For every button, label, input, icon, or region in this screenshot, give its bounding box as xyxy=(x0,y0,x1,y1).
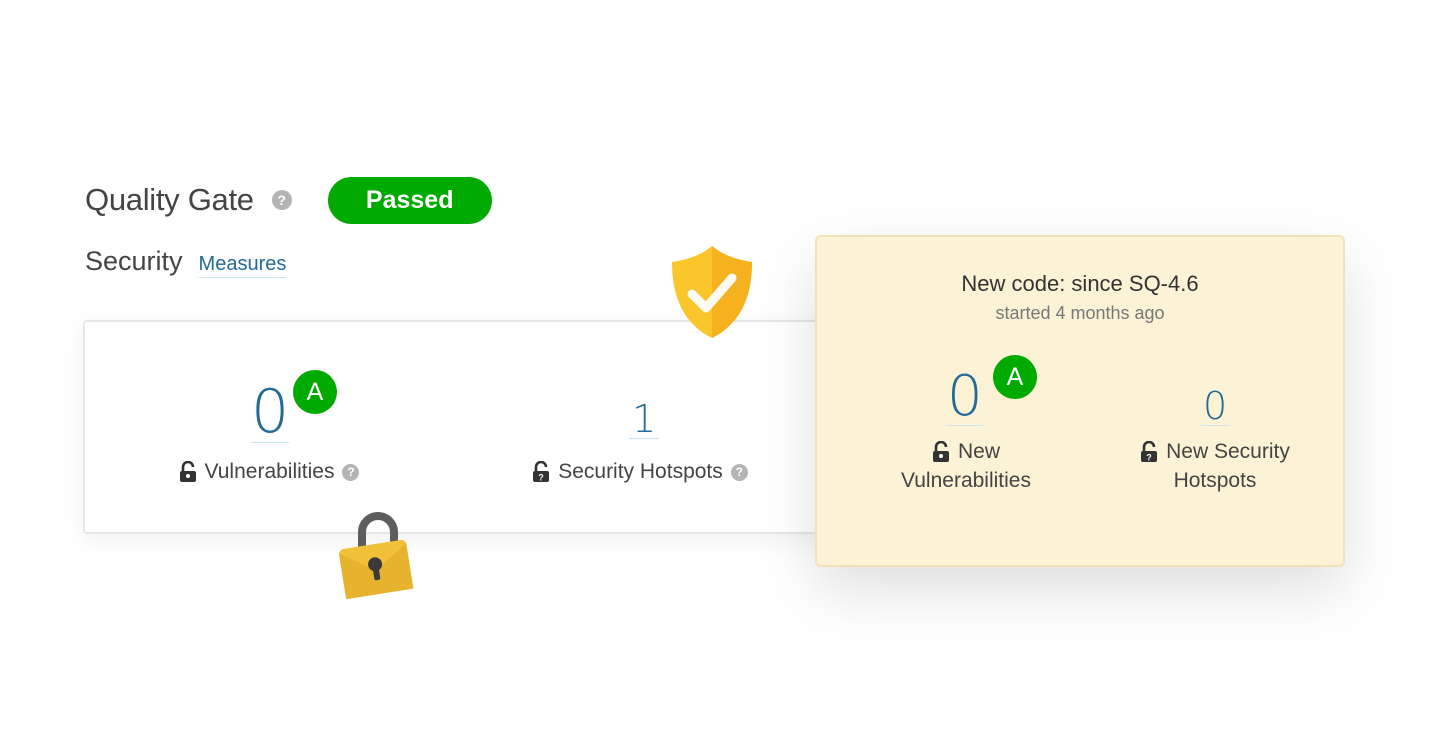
vulnerabilities-measure: 0 A Vulnerabilities ? xyxy=(169,370,369,484)
quality-gate-row: Quality Gate ? Passed xyxy=(85,176,492,224)
lock-question-icon: ? xyxy=(1141,440,1158,462)
security-title: Security xyxy=(85,246,183,276)
security-header: Security Measures xyxy=(85,246,287,278)
lock-open-icon xyxy=(179,461,196,482)
new-hotspots-label: ? New Security Hotspots xyxy=(1115,437,1315,495)
shield-check-icon xyxy=(672,246,752,338)
new-vulnerabilities-rating-badge[interactable]: A xyxy=(993,355,1037,399)
quality-gate-title: Quality Gate xyxy=(85,182,254,217)
new-vulnerabilities-count[interactable]: 0 xyxy=(947,369,983,426)
hotspots-count[interactable]: 1 xyxy=(629,400,660,439)
new-hotspots-measure: 0 ? New Security Hotspots xyxy=(1115,365,1315,495)
hotspots-label: Security Hotspots xyxy=(558,460,723,483)
new-code-subtitle: started 4 months ago xyxy=(995,303,1165,323)
hotspots-label-row: ? Security Hotspots ? xyxy=(515,460,765,484)
padlock-icon xyxy=(338,512,414,600)
new-vulnerabilities-label: New Vulnerabilities xyxy=(881,437,1051,495)
lock-open-icon xyxy=(932,440,949,462)
quality-gate-help-icon[interactable]: ? xyxy=(271,190,292,210)
new-code-title: New code: since SQ-4.6 xyxy=(961,271,1199,296)
hotspots-measure: 1 ? Security Hotspots ? xyxy=(515,378,765,484)
svg-text:?: ? xyxy=(1146,452,1152,462)
vulnerabilities-rating-badge[interactable]: A xyxy=(293,370,337,414)
svg-text:?: ? xyxy=(538,473,544,483)
new-vulnerabilities-label-line2: Vulnerabilities xyxy=(901,469,1031,492)
new-vulnerabilities-measure: 0 A New Vulnerabilities xyxy=(881,355,1051,495)
vulnerabilities-help-icon[interactable]: ? xyxy=(342,463,360,481)
security-overall-card: 0 A Vulnerabilities ? 1 ? Security Hotsp… xyxy=(83,320,843,534)
new-vulnerabilities-label-line1: New xyxy=(957,440,1000,463)
vulnerabilities-label-row: Vulnerabilities ? xyxy=(169,460,369,484)
new-hotspots-label-line1: New Security xyxy=(1166,440,1290,463)
security-overview-stage: Quality Gate ? Passed Security Measures … xyxy=(0,0,1454,730)
hotspots-help-icon[interactable]: ? xyxy=(730,463,748,481)
lock-question-icon: ? xyxy=(533,461,550,483)
new-hotspots-count[interactable]: 0 xyxy=(1201,387,1230,426)
vulnerabilities-count[interactable]: 0 xyxy=(251,382,290,443)
new-code-card: New code: since SQ-4.6 started 4 months … xyxy=(815,235,1345,567)
vulnerabilities-label: Vulnerabilities xyxy=(204,460,335,483)
new-hotspots-label-line2: Hotspots xyxy=(1173,469,1257,492)
measures-link[interactable]: Measures xyxy=(198,253,287,278)
quality-gate-status-badge[interactable]: Passed xyxy=(327,176,492,224)
